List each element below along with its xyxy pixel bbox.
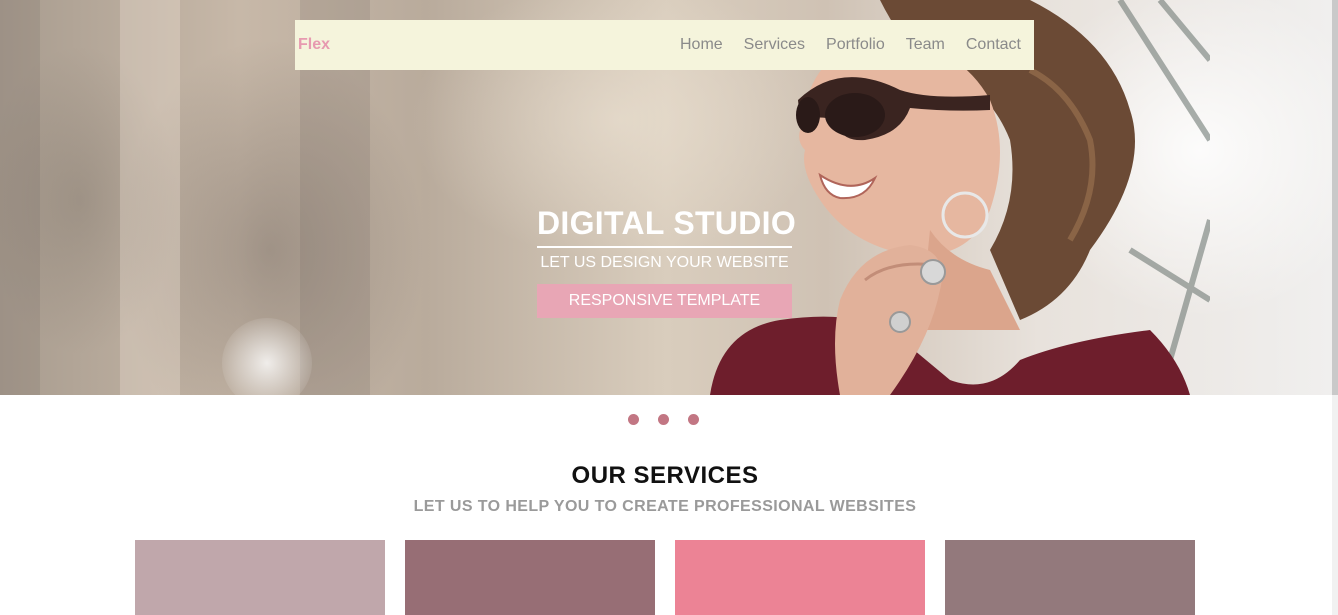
hero-subtitle: LET US DESIGN YOUR WEBSITE [540,254,789,271]
services-title: OUR SERVICES [571,462,759,489]
service-cards [135,540,1215,615]
page: Flex Home Services Portfolio Team Contac… [0,0,1338,615]
hero-bg-column [120,0,180,395]
brand-logo[interactable]: Flex [298,36,330,54]
service-card-2[interactable] [405,540,655,615]
page-scrollbar[interactable] [1332,0,1338,615]
slider-dot-1[interactable] [628,414,639,425]
hero-bg-column [0,0,40,395]
hero-text-block: DIGITAL STUDIO LET US DESIGN YOUR WEBSIT… [537,204,797,318]
slider-dots [628,414,718,425]
nav-link-contact[interactable]: Contact [966,36,1021,54]
slider-dot-3[interactable] [688,414,699,425]
hero-divider [537,246,792,248]
scrollbar-thumb[interactable] [1332,0,1338,395]
responsive-template-button[interactable]: RESPONSIVE TEMPLATE [537,284,792,318]
nav-links: Home Services Portfolio Team Contact [659,36,1021,54]
nav-link-services[interactable]: Services [744,36,805,54]
services-subtitle: LET US TO HELP YOU TO CREATE PROFESSIONA… [413,498,917,515]
hero-title: DIGITAL STUDIO [537,205,797,241]
service-card-3[interactable] [675,540,925,615]
nav-link-portfolio[interactable]: Portfolio [826,36,885,54]
top-navbar: Flex Home Services Portfolio Team Contac… [295,20,1034,70]
service-card-4[interactable] [945,540,1195,615]
nav-link-team[interactable]: Team [906,36,945,54]
slider-dot-2[interactable] [658,414,669,425]
service-card-1[interactable] [135,540,385,615]
nav-link-home[interactable]: Home [680,36,723,54]
